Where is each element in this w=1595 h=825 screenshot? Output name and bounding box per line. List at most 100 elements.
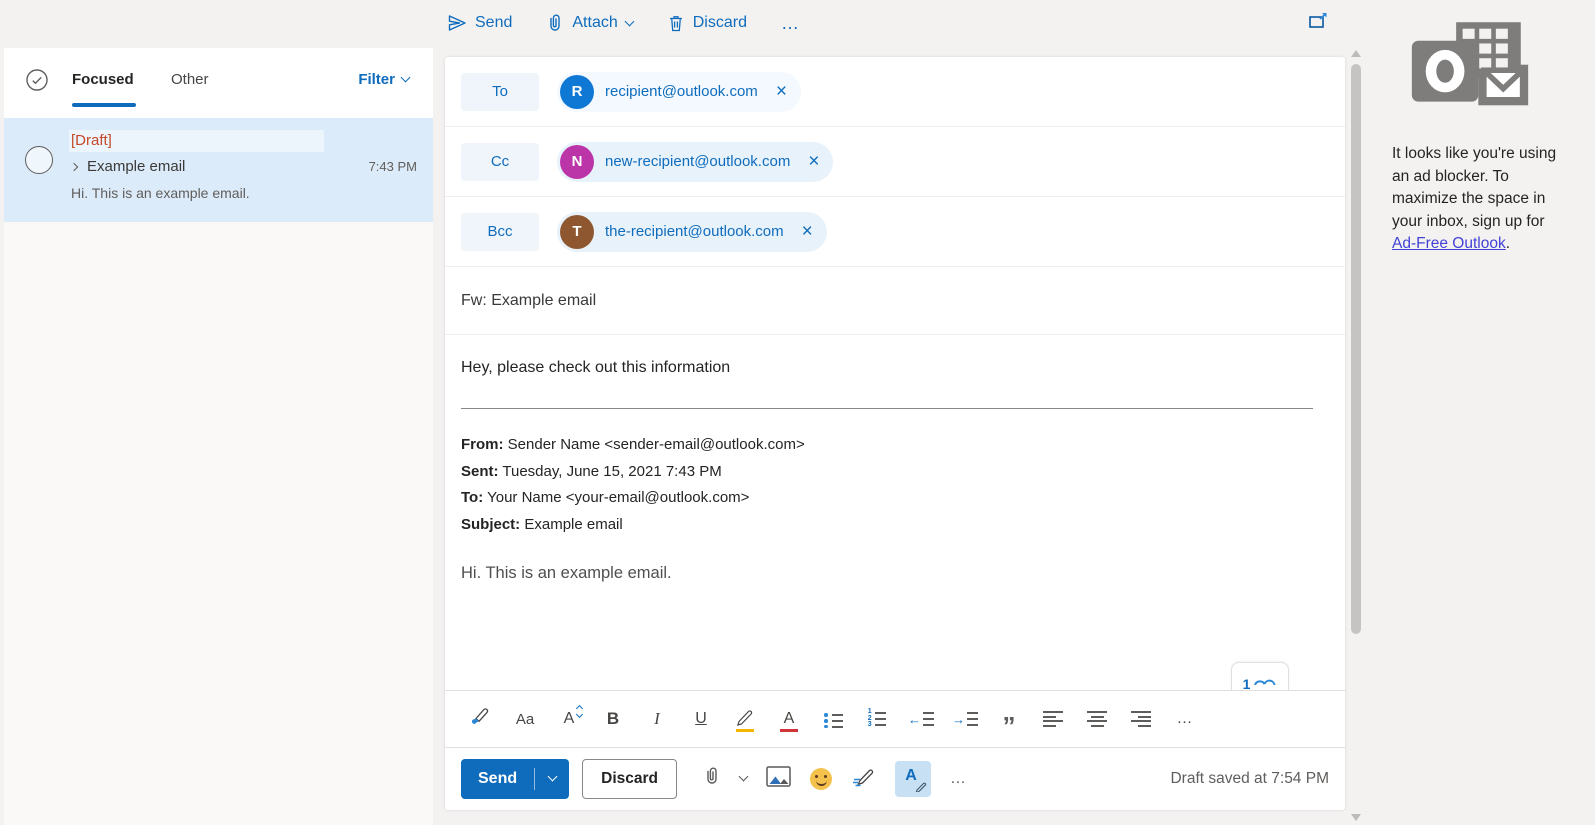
cc-field-button[interactable]: Cc	[461, 143, 539, 181]
attach-label: Attach	[572, 14, 617, 32]
send-options-button[interactable]	[535, 759, 569, 799]
message-list-panel: Focused Other Filter [Draft] Example ema…	[4, 48, 433, 825]
image-icon	[766, 766, 791, 792]
quoted-sent-value: Tuesday, June 15, 2021 7:43 PM	[499, 463, 722, 480]
select-all-checkbox[interactable]	[25, 68, 49, 97]
attach-file-button[interactable]	[703, 765, 721, 792]
bold-button[interactable]: B	[597, 701, 629, 737]
ad-blocker-message: It looks like you're using an ad blocker…	[1392, 143, 1572, 256]
numbered-list-button[interactable]: 1 2 3	[861, 701, 893, 737]
compose-card: To R recipient@outlook.com × Cc N new-re…	[445, 57, 1345, 810]
outlook-grayscale-logo	[1410, 22, 1530, 129]
editor-button[interactable]: A	[895, 761, 931, 797]
send-button[interactable]: Send	[461, 759, 534, 799]
remove-recipient-button[interactable]: ×	[768, 82, 801, 101]
font-button[interactable]: Aa	[509, 701, 541, 737]
send-label: Send	[475, 14, 512, 32]
compose-scrollbar[interactable]	[1348, 46, 1364, 825]
avatar: R	[560, 75, 594, 109]
top-toolbar-actions: Send Attach Discard …	[447, 0, 801, 46]
expand-icon[interactable]	[70, 163, 78, 171]
scroll-down-arrow[interactable]	[1351, 814, 1361, 821]
format-painter-button[interactable]	[465, 701, 497, 737]
align-center-button[interactable]	[1081, 701, 1113, 737]
align-left-icon	[1043, 709, 1063, 730]
filter-button[interactable]: Filter	[358, 71, 409, 88]
check-circle-icon	[25, 79, 49, 96]
align-right-button[interactable]	[1125, 701, 1157, 737]
font-color-button[interactable]: A	[773, 701, 805, 737]
message-select-radio[interactable]	[25, 146, 53, 174]
remove-recipient-button[interactable]: ×	[800, 152, 833, 171]
more-options-button[interactable]: …	[781, 13, 801, 34]
quoted-message-divider	[461, 408, 1313, 409]
recipient-pill-cc[interactable]: N new-recipient@outlook.com ×	[557, 142, 833, 182]
recipient-email: recipient@outlook.com	[605, 83, 758, 100]
message-preview: Hi. This is an example email.	[71, 180, 417, 206]
format-toolbar: Aa A B I U A 1 2 3 ←	[445, 690, 1345, 747]
to-field-button[interactable]: To	[461, 73, 539, 111]
subject-input[interactable]: Fw: Example email	[445, 267, 1345, 335]
compose-top-toolbar: Send Attach Discard …	[0, 0, 1595, 46]
draft-label: [Draft]	[71, 132, 112, 149]
increase-indent-button[interactable]: →	[949, 701, 981, 737]
body-intro-text: Hey, please check out this information	[461, 359, 1329, 377]
draft-saved-status: Draft saved at 7:54 PM	[1170, 770, 1329, 788]
send-split-button[interactable]: Send	[461, 759, 569, 799]
emoji-button[interactable]	[810, 768, 832, 790]
scrollbar-thumb[interactable]	[1351, 64, 1361, 634]
editor-suggestions-badge[interactable]: 1	[1231, 662, 1289, 690]
bcc-field-button[interactable]: Bcc	[461, 213, 539, 251]
bullet-list-button[interactable]	[817, 701, 849, 737]
numbered-list-icon: 1 2 3	[868, 707, 886, 730]
chevron-down-icon	[547, 772, 557, 782]
underline-button[interactable]: U	[685, 701, 717, 737]
decrease-indent-button[interactable]: ←	[905, 701, 937, 737]
discard-button[interactable]: Discard	[582, 759, 677, 799]
quoted-sent-label: Sent:	[461, 463, 499, 480]
trash-icon	[667, 13, 685, 33]
attach-button-top[interactable]: Attach	[546, 13, 632, 33]
send-button-top[interactable]: Send	[447, 13, 512, 33]
cc-row: Cc N new-recipient@outlook.com ×	[445, 127, 1345, 197]
align-left-button[interactable]	[1037, 701, 1069, 737]
recipient-pill-bcc[interactable]: T the-recipient@outlook.com ×	[557, 212, 827, 252]
message-time: 7:43 PM	[369, 154, 417, 180]
format-painter-icon	[470, 706, 492, 733]
filter-label: Filter	[358, 71, 395, 88]
quoted-to-line: To: Your Name <your-email@outlook.com>	[461, 485, 1329, 512]
paperclip-icon	[703, 765, 721, 792]
remove-recipient-button[interactable]: ×	[794, 222, 827, 241]
italic-button[interactable]: I	[641, 701, 673, 737]
bullet-list-icon	[824, 710, 843, 727]
chevron-down-icon	[401, 73, 411, 83]
send-bar: Send Discard A … Draft saved at 7:54 PM	[445, 747, 1345, 809]
send-icon	[447, 13, 467, 33]
font-size-icon: A	[564, 710, 575, 728]
font-size-button[interactable]: A	[553, 701, 585, 737]
editor-badge-icon	[1253, 672, 1277, 690]
ad-panel: It looks like you're using an ad blocker…	[1386, 0, 1595, 825]
message-body-editor[interactable]: Hey, please check out this information F…	[445, 335, 1345, 690]
draw-button[interactable]	[851, 765, 876, 793]
tab-focused[interactable]: Focused	[72, 71, 134, 88]
insert-image-button[interactable]	[766, 766, 791, 792]
quoted-subject-value: Example email	[520, 516, 623, 533]
ad-free-outlook-link[interactable]: Ad-Free Outlook	[1392, 235, 1506, 252]
message-list-header: Focused Other Filter	[4, 48, 433, 118]
quote-button[interactable]: ”	[993, 708, 1025, 744]
align-center-icon	[1087, 709, 1107, 730]
message-subject-row: Example email 7:43 PM	[71, 154, 417, 180]
tab-other[interactable]: Other	[171, 71, 209, 88]
more-actions-button[interactable]: …	[950, 770, 967, 788]
more-formatting-button[interactable]: …	[1169, 701, 1201, 737]
scroll-up-arrow[interactable]	[1351, 50, 1361, 57]
open-in-new-window-button[interactable]	[1308, 11, 1330, 36]
message-list-item[interactable]: [Draft] Example email 7:43 PM Hi. This i…	[4, 118, 433, 222]
text-highlight-button[interactable]	[729, 701, 761, 737]
quoted-from-label: From:	[461, 436, 504, 453]
message-item-content: [Draft] Example email 7:43 PM Hi. This i…	[71, 128, 417, 206]
recipient-pill-to[interactable]: R recipient@outlook.com ×	[557, 72, 801, 112]
discard-button-top[interactable]: Discard	[667, 13, 747, 33]
attach-options-button[interactable]	[740, 777, 747, 780]
